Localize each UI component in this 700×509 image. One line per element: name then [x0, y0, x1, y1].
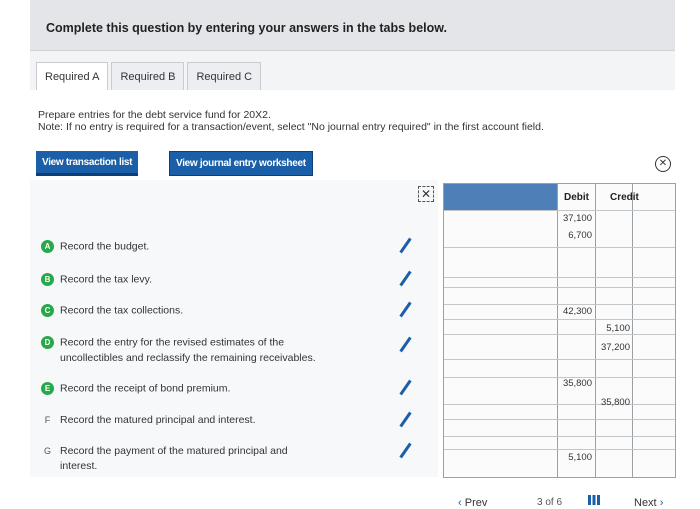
grid-vline	[557, 184, 558, 477]
grid-hline	[444, 247, 675, 248]
badge-a: A	[41, 240, 54, 253]
instructions: Prepare entries for the debt service fun…	[38, 109, 544, 133]
credit-cell[interactable]: 35,800	[595, 397, 630, 408]
transaction-e-text: Record the receipt of bond premium.	[60, 382, 231, 395]
prev-label: Prev	[464, 497, 488, 509]
tab-required-c[interactable]: Required C	[187, 62, 262, 91]
question-title: Complete this question by entering your …	[46, 21, 447, 35]
debit-cell[interactable]: 5,100	[557, 452, 592, 463]
transaction-c-text: Record the tax collections.	[60, 304, 184, 317]
grid-icon[interactable]	[588, 495, 600, 505]
grid-hline	[444, 436, 675, 437]
transaction-f-text: Record the matured principal and interes…	[60, 414, 256, 427]
debit-cell[interactable]: 35,800	[557, 378, 592, 389]
debit-cell[interactable]: 37,100	[557, 213, 592, 224]
credit-cell[interactable]: 5,100	[595, 323, 630, 334]
debit-cell[interactable]: 6,700	[557, 230, 592, 241]
transaction-b-text: Record the tax levy.	[60, 273, 153, 286]
chevron-left-icon: ‹	[458, 497, 462, 509]
grid-hline	[444, 277, 675, 278]
grid-hline	[444, 334, 675, 335]
transaction-d-text-2: uncollectibles and reclassify the remain…	[60, 352, 316, 364]
transaction-f: F Record the matured principal and intere…	[38, 414, 256, 426]
grid-hline	[444, 210, 675, 211]
checkbox-x-icon[interactable]: ✕	[418, 186, 434, 202]
debit-cell[interactable]: 42,300	[557, 306, 592, 317]
badge-b: B	[41, 273, 54, 286]
instructions-line1: Prepare entries for the debt service fun…	[38, 109, 271, 121]
transaction-a: A Record the budget.	[38, 240, 149, 253]
badge-g: G	[43, 446, 51, 457]
transaction-d-text: Record the entry for the revised estimat…	[60, 336, 285, 349]
credit-header: Credit	[610, 192, 639, 203]
transaction-d: D Record the entry for the revised estima…	[38, 336, 316, 364]
tab-bar: Required A Required B Required C	[36, 62, 264, 91]
transaction-list-panel	[30, 180, 438, 477]
debit-header: Debit	[564, 192, 589, 203]
badge-d: D	[41, 336, 54, 349]
view-transaction-list-button[interactable]: View transaction list	[36, 151, 139, 176]
chevron-right-icon: ›	[659, 497, 664, 509]
transaction-e: E Record the receipt of bond premium.	[38, 382, 230, 395]
transaction-c: C Record the tax collections.	[38, 304, 183, 317]
prev-button[interactable]: ‹ Prev	[458, 497, 487, 509]
grid-hline	[444, 419, 675, 420]
credit-cell[interactable]: 37,200	[595, 342, 630, 353]
page-indicator: 3 of 6	[537, 497, 563, 508]
transaction-a-text: Record the budget.	[60, 240, 150, 253]
grid-hline	[444, 449, 675, 450]
grid-hline	[444, 287, 675, 288]
transaction-b: B Record the tax levy.	[38, 273, 152, 286]
badge-c: C	[41, 304, 54, 317]
journal-grid: Debit Credit 37,100 6,700 42,300 5,100 3…	[443, 183, 676, 478]
grid-header-account	[444, 184, 557, 210]
tab-required-a[interactable]: Required A	[36, 62, 109, 91]
grid-hline	[444, 304, 675, 305]
transaction-g-text-2: interest.	[60, 460, 98, 473]
instructions-note: Note: If no entry is required for a tran…	[38, 121, 544, 133]
view-journal-entry-worksheet-button[interactable]: View journal entry worksheet	[169, 151, 313, 176]
grid-hline	[444, 404, 675, 405]
question-header: Complete this question by entering your …	[30, 0, 675, 51]
grid-hline	[444, 319, 675, 320]
grid-hline	[444, 359, 675, 360]
badge-f: F	[44, 415, 51, 426]
badge-e: E	[41, 382, 54, 395]
transaction-g-text: Record the payment of the matured princi…	[60, 445, 288, 458]
tab-required-b[interactable]: Required B	[111, 62, 185, 91]
transaction-g: G Record the payment of the matured princ…	[38, 445, 288, 472]
grid-vline	[632, 184, 633, 477]
next-label: Next	[634, 497, 657, 509]
close-icon[interactable]: ✕	[655, 156, 671, 172]
next-button[interactable]: Next ›	[634, 497, 663, 509]
